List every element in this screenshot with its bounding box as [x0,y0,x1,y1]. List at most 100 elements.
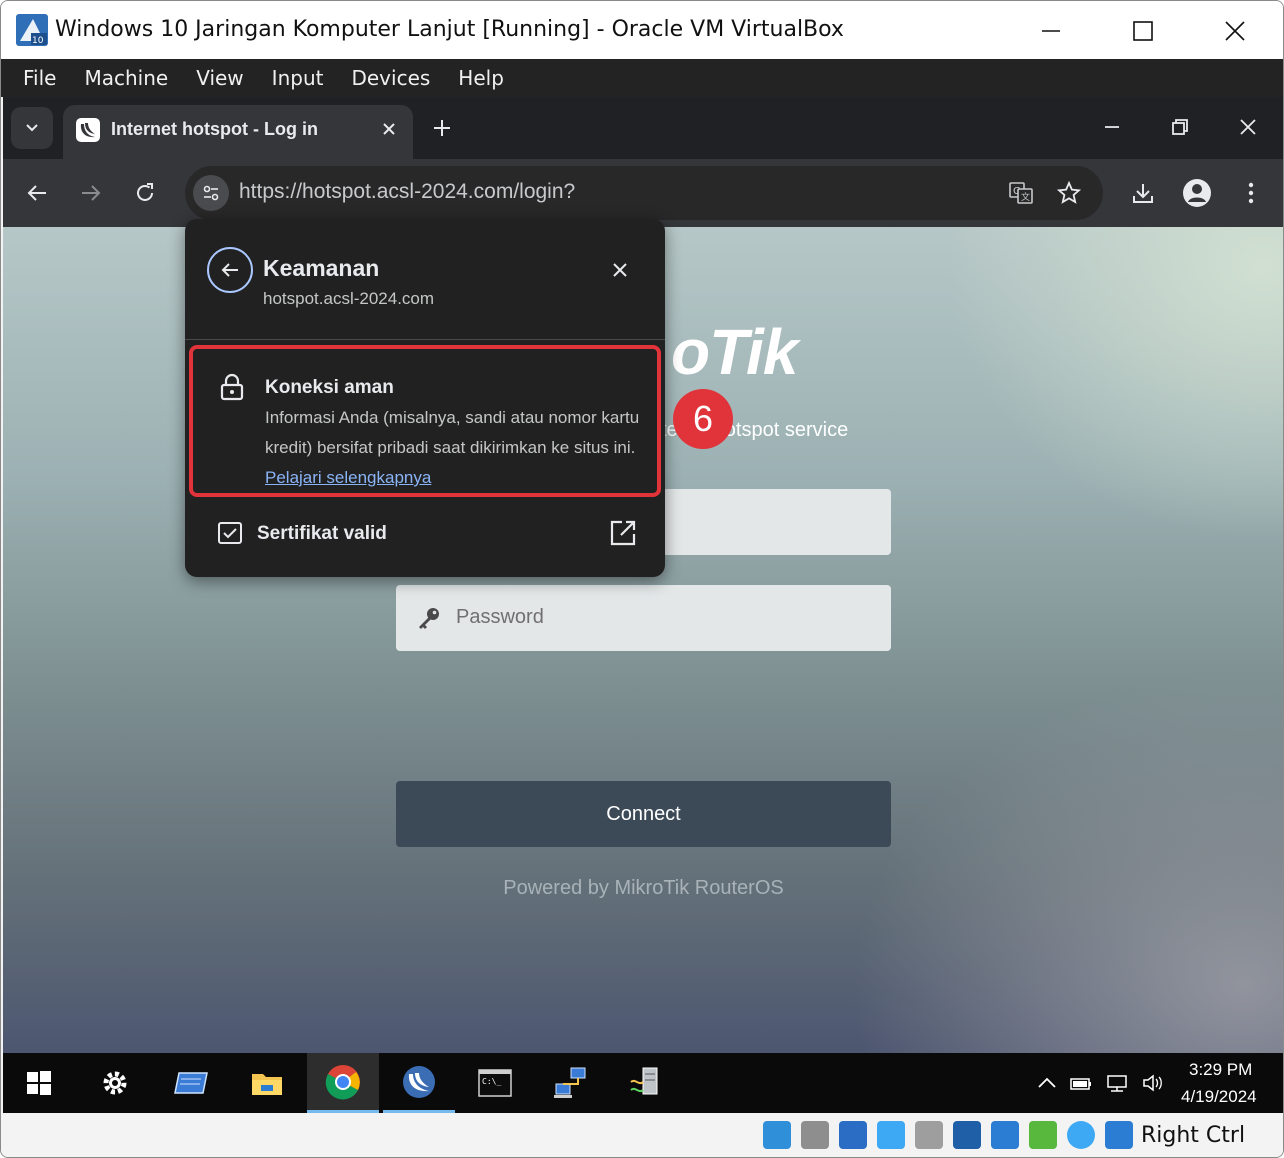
guest-screen: Internet hotspot - Log in https://hotspo… [3,97,1283,1113]
mikrotik-logo: oTik [671,316,798,388]
host-key-label[interactable]: Right Ctrl [1141,1123,1245,1148]
taskbar-server[interactable] [611,1053,683,1113]
vbox-window-title: Windows 10 Jaringan Komputer Lanjut [Run… [55,17,844,42]
network-status-icon[interactable] [1105,1073,1129,1093]
taskbar-clock-time[interactable]: 3:29 PM [1189,1060,1252,1080]
tab-search-button[interactable] [11,107,53,149]
certificate-label: Sertifikat valid [257,523,387,544]
more-vert-icon [1248,182,1254,204]
key-icon [419,608,439,629]
browser-tab[interactable]: Internet hotspot - Log in [63,105,413,159]
download-icon [1133,184,1153,203]
taskbar-network[interactable] [535,1053,607,1113]
certificate-icon [218,522,242,544]
connect-button[interactable]: Connect [396,781,891,847]
close-icon [1225,21,1245,41]
taskbar-terminal[interactable]: C:\_ [459,1053,531,1113]
chrome-close-button[interactable] [1223,109,1273,145]
arrow-left-icon [27,185,46,201]
shared-folders-icon[interactable] [953,1121,981,1149]
svg-text:10: 10 [32,36,44,46]
hard-disk-icon[interactable] [763,1121,791,1149]
virtualbox-window: 10 Windows 10 Jaringan Komputer Lanjut [… [0,0,1284,1158]
secure-connection-description: Informasi Anda (misalnya, sandi atau nom… [265,403,650,493]
network-icon [554,1067,586,1098]
password-field[interactable]: Password [396,585,891,651]
address-bar[interactable]: https://hotspot.acsl-2024.com/login? G文 [185,166,1103,220]
menu-devices[interactable]: Devices [337,59,444,97]
site-info-button[interactable] [193,175,229,211]
open-external-icon[interactable] [609,519,637,547]
taskbar-winbox[interactable] [383,1053,455,1113]
tab-close-button[interactable] [375,115,403,143]
chrome-icon [325,1064,360,1099]
chrome-menu-button[interactable] [1231,173,1271,213]
mikrotik-favicon [76,118,100,142]
new-tab-button[interactable] [425,111,459,145]
minimize-icon [1105,126,1119,128]
taskbar-settings[interactable] [79,1053,151,1113]
taskbar-clock-date[interactable]: 4/19/2024 [1181,1087,1257,1107]
learn-more-link[interactable]: Pelajari selengkapnya [265,468,431,487]
start-icon [27,1071,51,1095]
recording-icon[interactable] [1029,1121,1057,1149]
bookmark-button[interactable] [1051,175,1087,211]
arrow-left-icon [221,263,238,277]
tune-icon [203,185,219,201]
audio-icon[interactable] [839,1121,867,1149]
tagline-right: hotspot service [713,419,849,441]
reload-icon [137,183,153,201]
vbox-menu-bar: File Machine View Input Devices Help [1,59,1283,97]
cpu-activity-icon[interactable] [1067,1121,1095,1149]
chrome-restore-button[interactable] [1155,109,1205,145]
chevron-up-icon[interactable] [1035,1073,1059,1093]
taskbar-chrome[interactable] [307,1053,379,1113]
powered-by-text: Powered by MikroTik RouterOS [503,877,784,899]
menu-machine[interactable]: Machine [70,59,182,97]
chrome-toolbar: https://hotspot.acsl-2024.com/login? G文 [3,159,1283,227]
vbox-maximize-button[interactable] [1113,9,1173,53]
site-info-popup: Keamanan hotspot.acsl-2024.com Koneksi a… [185,219,665,577]
menu-help[interactable]: Help [444,59,518,97]
url-text[interactable]: https://hotspot.acsl-2024.com/login? [239,180,575,204]
restore-icon [1172,119,1188,135]
optical-drive-icon[interactable] [801,1121,829,1149]
svg-text:C:\_: C:\_ [482,1077,501,1086]
vbox-minimize-button[interactable] [1021,9,1081,53]
menu-view[interactable]: View [182,59,257,97]
certificate-row[interactable]: Sertifikat valid [185,509,665,559]
display-icon[interactable] [991,1121,1019,1149]
back-button[interactable] [17,173,57,213]
step-number-badge: 6 [673,389,733,449]
secure-connection-section: Koneksi aman Informasi Anda (misalnya, s… [189,345,661,497]
reload-button[interactable] [125,173,165,213]
menu-input[interactable]: Input [258,59,338,97]
battery-icon[interactable] [1069,1073,1093,1093]
start-button[interactable] [3,1053,75,1113]
taskbar-file-explorer[interactable] [231,1053,303,1113]
mouse-integration-icon[interactable] [1105,1121,1133,1149]
vbox-title-bar: 10 Windows 10 Jaringan Komputer Lanjut [… [1,1,1283,59]
arrow-right-icon [82,185,101,201]
volume-icon[interactable] [1141,1073,1165,1093]
translate-icon: G文 [1009,182,1033,204]
profile-button[interactable] [1177,173,1217,213]
popup-divider [185,339,665,340]
taskbar-tablet[interactable] [155,1053,227,1113]
plus-icon [434,120,450,136]
popup-back-button[interactable] [207,247,253,293]
vbox-close-button[interactable] [1205,9,1265,53]
chrome-minimize-button[interactable] [1087,109,1137,145]
winbox-icon [403,1065,435,1098]
usb-icon[interactable] [915,1121,943,1149]
star-icon [1057,181,1081,204]
forward-button[interactable] [71,173,111,213]
menu-file[interactable]: File [9,59,70,97]
downloads-button[interactable] [1123,173,1163,213]
profile-icon [1183,179,1211,207]
virtualbox-app-icon: 10 [16,14,48,46]
network-adapter-icon[interactable] [877,1121,905,1149]
settings-icon [103,1071,127,1095]
translate-button[interactable]: G文 [1003,175,1039,211]
popup-close-button[interactable] [605,255,635,285]
